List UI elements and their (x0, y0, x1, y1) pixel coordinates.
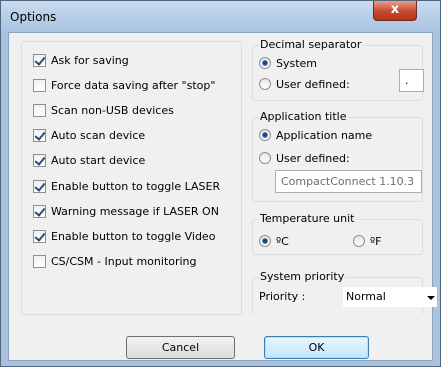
option-label: Ask for saving (51, 53, 129, 67)
system-priority-title: System priority (259, 270, 346, 283)
priority-select[interactable]: Normal (343, 287, 437, 307)
option-label: Enable button to toggle Video (51, 229, 216, 243)
application-title-title: Application title (259, 110, 348, 123)
option-label: Auto start device (51, 153, 146, 167)
checkbox-unchecked-icon (33, 78, 46, 92)
option-checkbox[interactable]: Ask for saving (33, 52, 129, 68)
decimal-user-radio[interactable]: User defined: (259, 76, 350, 92)
decimal-separator-group (252, 45, 423, 101)
checkbox-checked-icon (33, 229, 46, 243)
title-bar[interactable]: Options x (1, 1, 440, 32)
option-label: Enable button to toggle LASER (51, 179, 221, 193)
fahrenheit-radio[interactable]: ºF (353, 233, 382, 249)
option-checkbox[interactable]: Auto start device (33, 152, 145, 168)
radio-unselected-icon (353, 235, 365, 247)
fahrenheit-label: ºF (370, 234, 382, 248)
chevron-down-icon (427, 296, 435, 300)
window-title: Options (10, 10, 57, 24)
priority-value: Normal (346, 290, 386, 303)
celsius-label: ºC (276, 234, 289, 248)
checkbox-checked-icon (33, 128, 46, 142)
option-checkbox[interactable]: CS/CSM - Input monitoring (33, 253, 197, 269)
app-name-label: Application name (276, 128, 373, 142)
priority-label: Priority : (259, 290, 306, 303)
radio-unselected-icon (259, 78, 271, 90)
option-label: Scan non-USB devices (51, 103, 174, 117)
app-user-label: User defined: (276, 151, 350, 165)
option-checkbox[interactable]: Force data saving after "stop" (33, 77, 215, 93)
ok-button[interactable]: OK (264, 336, 369, 359)
close-button[interactable]: x (373, 1, 417, 21)
decimal-separator-title: Decimal separator (259, 38, 363, 51)
app-name-radio[interactable]: Application name (259, 127, 372, 143)
celsius-radio[interactable]: ºC (259, 233, 289, 249)
application-title-input[interactable]: CompactConnect 1.10.3 (275, 170, 422, 193)
radio-selected-icon (259, 235, 271, 247)
option-label: Warning message if LASER ON (51, 204, 219, 218)
option-checkbox[interactable]: Warning message if LASER ON (33, 203, 219, 219)
decimal-system-label: System (276, 56, 318, 70)
option-label: Auto scan device (51, 128, 146, 142)
option-label: CS/CSM - Input monitoring (51, 254, 197, 268)
checkbox-checked-icon (33, 179, 46, 193)
radio-selected-icon (259, 129, 271, 141)
decimal-system-radio[interactable]: System (259, 55, 317, 71)
cancel-button[interactable]: Cancel (126, 336, 235, 359)
checkbox-unchecked-icon (33, 254, 46, 268)
radio-selected-icon (259, 57, 271, 69)
radio-unselected-icon (259, 152, 271, 164)
checkbox-checked-icon (33, 53, 46, 67)
decimal-separator-input[interactable]: . (399, 69, 424, 92)
option-checkbox[interactable]: Enable button to toggle Video (33, 228, 215, 244)
decimal-user-label: User defined: (276, 77, 350, 91)
checkbox-checked-icon (33, 153, 46, 167)
checkbox-unchecked-icon (33, 103, 46, 117)
temperature-unit-title: Temperature unit (259, 212, 356, 225)
option-label: Force data saving after "stop" (51, 78, 216, 92)
app-user-radio[interactable]: User defined: (259, 150, 350, 166)
checkbox-checked-icon (33, 204, 46, 218)
option-checkbox[interactable]: Scan non-USB devices (33, 102, 174, 118)
option-checkbox[interactable]: Enable button to toggle LASER (33, 178, 220, 194)
option-checkbox[interactable]: Auto scan device (33, 127, 145, 143)
